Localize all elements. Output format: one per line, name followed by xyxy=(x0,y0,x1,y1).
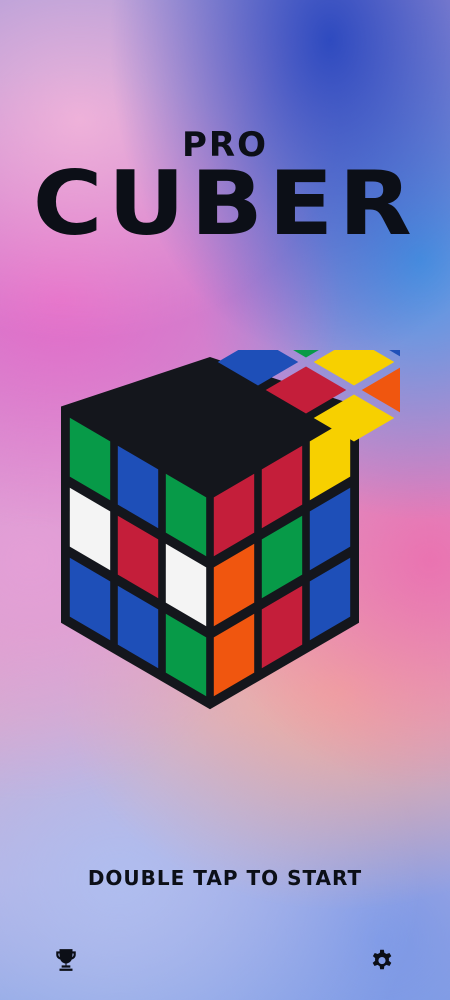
rubiks-cube[interactable] xyxy=(50,350,400,740)
title-cuber: CUBER xyxy=(32,152,418,255)
start-hint: DOUBLE TAP TO START xyxy=(87,866,363,890)
gear-icon xyxy=(372,949,392,970)
trophy-icon xyxy=(56,949,76,971)
leaderboard-button[interactable] xyxy=(50,944,82,976)
settings-button[interactable] xyxy=(366,944,398,976)
